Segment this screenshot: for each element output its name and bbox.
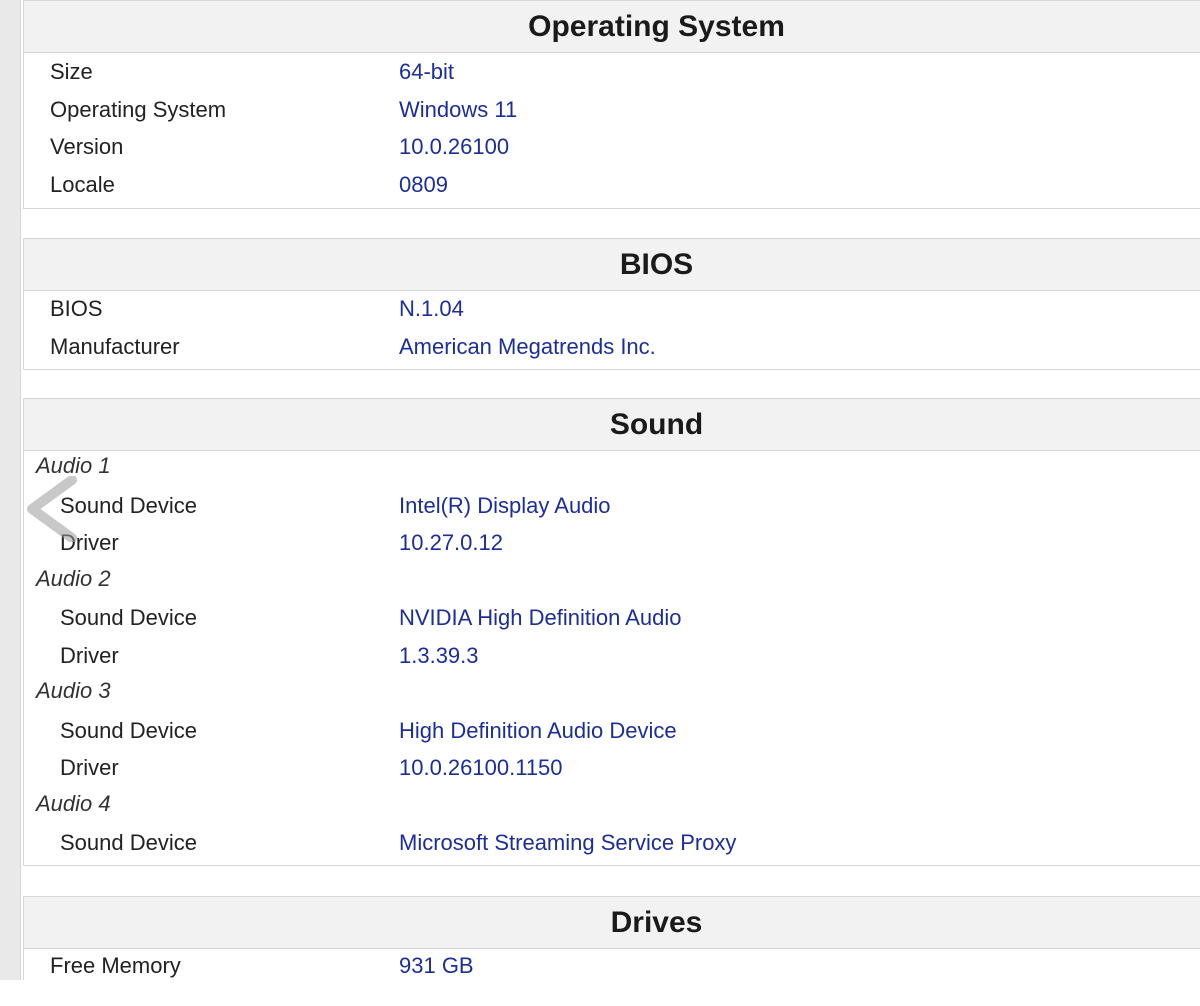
sound-group-audio-3: Audio 3	[24, 676, 1200, 714]
bios-row-bios: BIOS N.1.04	[24, 292, 1200, 330]
audio-2-driver-label: Driver	[60, 642, 119, 668]
os-name-value: Windows 11	[399, 96, 518, 122]
os-version-label: Version	[50, 134, 124, 159]
os-rows: Size 64-bit Operating System Windows 11 …	[24, 53, 1200, 205]
os-name-label: Operating System	[50, 96, 227, 122]
audio-3-driver-label: Driver	[60, 755, 119, 780]
audio-2-device-value: NVIDIA High Definition Audio	[399, 605, 682, 630]
audio-4-device-row: Sound Device Microsoft Streaming Service…	[24, 826, 1200, 864]
os-version-value: 10.0.26100	[399, 134, 510, 159]
os-row-operating-system: Operating System Windows 11	[24, 93, 1200, 131]
os-size-label: Size	[50, 59, 93, 84]
sound-section-title: Sound	[24, 399, 1200, 451]
audio-2-device-row: Sound Device NVIDIA High Definition Audi…	[24, 601, 1200, 639]
audio-3-driver-row: Driver 10.0.26100.1150	[24, 751, 1200, 789]
drives-section-title: Drives	[24, 897, 1200, 949]
bios-manufacturer-label: Manufacturer	[50, 333, 180, 359]
os-size-value: 64-bit	[399, 59, 455, 84]
audio-4-device-value: Microsoft Streaming Service Proxy	[399, 830, 737, 855]
audio-2-driver-row: Driver 1.3.39.3	[24, 639, 1200, 677]
bios-row-manufacturer: Manufacturer American Megatrends Inc.	[24, 330, 1200, 368]
os-section: Operating System Size 64-bit Operating S…	[23, 0, 1200, 209]
audio-1-device-row: Sound Device Intel(R) Display Audio	[24, 489, 1200, 527]
bios-section-title: BIOS	[24, 239, 1200, 291]
free-memory-value: 931 GB	[399, 953, 474, 978]
os-row-version: Version 10.0.26100	[24, 130, 1200, 168]
drives-rows: Free Memory 931 GB	[24, 949, 1200, 981]
audio-1-driver-value: 10.27.0.12	[399, 530, 503, 555]
bottom-strip	[0, 980, 1200, 1006]
bios-rows: BIOS N.1.04 Manufacturer American Megatr…	[24, 291, 1200, 367]
audio-3-device-value: High Definition Audio Device	[399, 717, 677, 743]
audio-4-device-label: Sound Device	[60, 830, 197, 855]
bios-manufacturer-value: American Megatrends Inc.	[399, 333, 656, 359]
sound-rows: Audio 1 Sound Device Intel(R) Display Au…	[24, 451, 1200, 864]
left-rail	[0, 0, 21, 980]
bios-version-label: BIOS	[50, 296, 103, 321]
chevron-left-icon[interactable]	[22, 475, 78, 543]
bios-section: BIOS BIOS N.1.04 Manufacturer American M…	[23, 238, 1200, 370]
sound-section: Sound Audio 1 Sound Device Intel(R) Disp…	[23, 398, 1200, 866]
audio-1-device-value: Intel(R) Display Audio	[399, 492, 611, 518]
audio-1-device-label: Sound Device	[60, 492, 197, 518]
audio-3-driver-value: 10.0.26100.1150	[399, 755, 563, 780]
bios-version-value: N.1.04	[399, 296, 464, 321]
drives-row-free-memory: Free Memory 931 GB	[24, 949, 1200, 981]
audio-3-device-label: Sound Device	[60, 717, 197, 743]
audio-2-driver-value: 1.3.39.3	[399, 642, 479, 668]
sound-group-audio-1: Audio 1	[24, 451, 1200, 489]
audio-4-label: Audio 4	[36, 790, 111, 816]
audio-2-device-label: Sound Device	[60, 605, 197, 630]
os-section-title: Operating System	[24, 1, 1200, 53]
os-row-size: Size 64-bit	[24, 55, 1200, 93]
os-locale-value: 0809	[399, 171, 448, 197]
audio-3-label: Audio 3	[36, 678, 111, 703]
audio-2-label: Audio 2	[36, 565, 111, 591]
audio-1-driver-row: Driver 10.27.0.12	[24, 526, 1200, 564]
audio-3-device-row: Sound Device High Definition Audio Devic…	[24, 714, 1200, 752]
os-locale-label: Locale	[50, 171, 115, 197]
os-row-locale: Locale 0809	[24, 168, 1200, 206]
drives-section: Drives Free Memory 931 GB	[23, 896, 1200, 981]
free-memory-label: Free Memory	[50, 953, 181, 978]
sound-group-audio-4: Audio 4	[24, 789, 1200, 827]
sound-group-audio-2: Audio 2	[24, 564, 1200, 602]
